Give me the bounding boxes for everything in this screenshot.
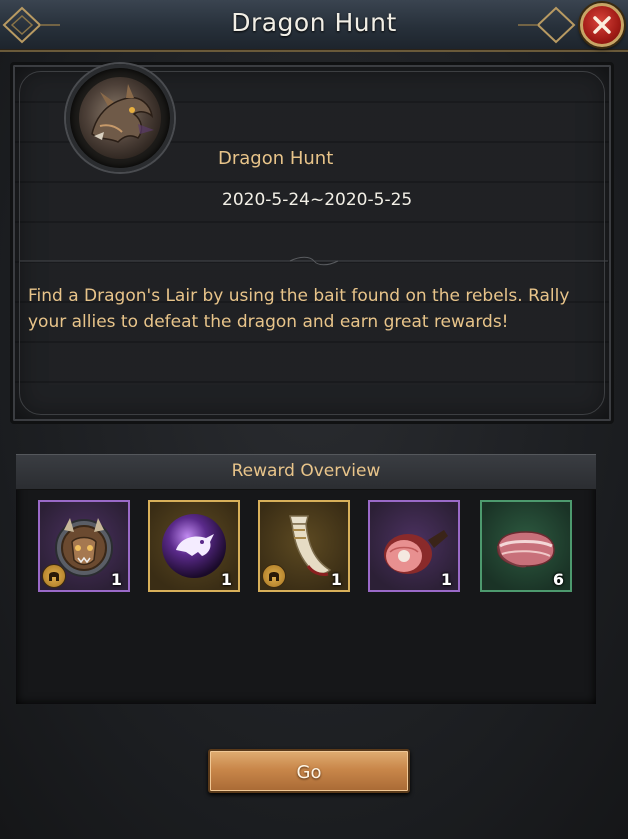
helmet-badge-icon xyxy=(262,564,286,588)
reward-header: Reward Overview xyxy=(16,454,596,490)
reward-quantity: 1 xyxy=(440,570,452,589)
reward-header-title: Reward Overview xyxy=(231,461,381,481)
reward-item-war-horn[interactable]: 1 xyxy=(258,500,350,592)
reward-item-dragon-helm[interactable]: 1 xyxy=(38,500,130,592)
ham-leg-icon xyxy=(384,530,448,574)
reward-quantity: 6 xyxy=(552,570,564,589)
event-description: Find a Dragon's Lair by using the bait f… xyxy=(28,286,570,332)
title-bar: Dragon Hunt xyxy=(0,0,628,52)
reward-quantity: 1 xyxy=(110,570,122,589)
dragon-hunt-window: Dragon Hunt Dragon Hunt 2020-5-24~2020-5… xyxy=(0,0,628,839)
reward-quantity: 1 xyxy=(330,570,342,589)
reward-item-raw-meat[interactable]: 6 xyxy=(480,500,572,592)
reward-item-dragon-orb[interactable]: 1 xyxy=(148,500,240,592)
reward-quantity: 1 xyxy=(220,570,232,589)
helmet-badge-icon xyxy=(42,564,66,588)
event-dates: 2020-5-24~2020-5-25 xyxy=(222,190,413,210)
dragon-portrait-icon xyxy=(79,77,161,159)
corner-ornament-icon xyxy=(518,6,576,44)
event-name: Dragon Hunt xyxy=(218,148,334,169)
dragon-orb-icon xyxy=(162,514,226,578)
divider-ornament-icon xyxy=(20,256,608,266)
go-button[interactable]: Go xyxy=(208,749,410,793)
close-button[interactable] xyxy=(580,3,624,47)
reward-item-ham-leg[interactable]: 1 xyxy=(368,500,460,592)
close-icon xyxy=(593,16,611,34)
raw-meat-icon xyxy=(497,531,555,568)
go-button-label: Go xyxy=(296,762,322,783)
dragon-portrait xyxy=(66,64,174,172)
